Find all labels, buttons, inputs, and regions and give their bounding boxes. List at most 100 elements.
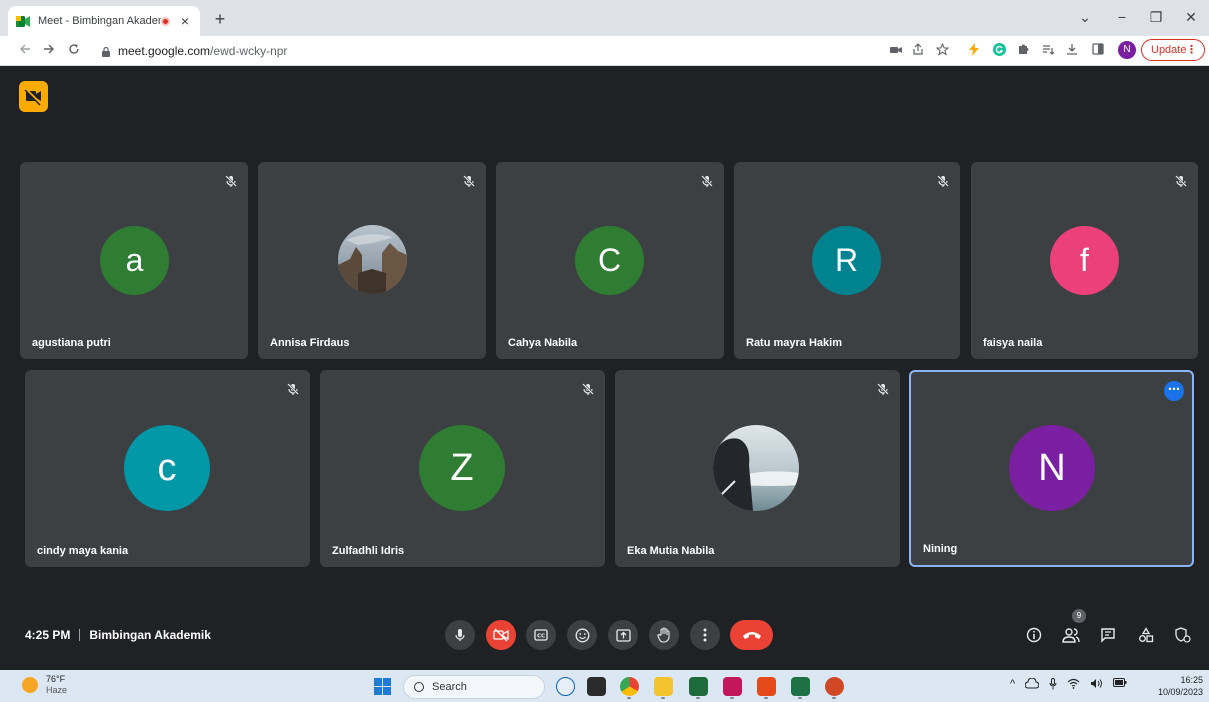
mic-muted-icon — [876, 382, 890, 396]
minimize-window-button[interactable]: − — [1107, 6, 1137, 28]
update-button[interactable]: Update ⋮ — [1141, 39, 1205, 61]
bing-chat-icon[interactable] — [556, 677, 575, 696]
url-path: /ewd-wcky-npr — [210, 44, 288, 58]
browser-tab-meet[interactable]: Meet - Bimbingan Akademik × — [8, 6, 200, 36]
participant-name: cindy maya kania — [37, 545, 129, 557]
clock-time: 16:25 — [1180, 675, 1203, 685]
download-icon[interactable] — [1064, 43, 1080, 59]
volume-icon[interactable] — [1090, 678, 1103, 693]
participant-tile[interactable]: C Cahya Nabila — [496, 162, 724, 359]
chat-icon[interactable] — [1097, 624, 1119, 646]
reload-icon[interactable] — [63, 40, 85, 62]
raise-hand-button[interactable] — [649, 620, 679, 650]
chrome-app-icon[interactable] — [620, 677, 639, 696]
participant-photo-avatar — [338, 225, 407, 294]
onedrive-cloud-icon[interactable] — [1024, 677, 1040, 693]
participant-tile[interactable]: Eka Mutia Nabila — [615, 370, 900, 567]
mic-muted-icon — [1174, 174, 1188, 188]
new-tab-button[interactable]: + — [208, 8, 232, 32]
camera-in-use-icon[interactable] — [888, 43, 904, 59]
clock-date: 10/09/2023 — [1157, 687, 1203, 697]
meeting-title: Bimbingan Akademik — [89, 628, 211, 642]
file-explorer-icon[interactable] — [654, 677, 673, 696]
tab-close-icon[interactable]: × — [178, 13, 192, 29]
meet-favicon-icon — [16, 15, 30, 27]
wifi-icon[interactable] — [1067, 678, 1080, 693]
app-icon[interactable] — [689, 677, 708, 696]
bookmark-star-icon[interactable] — [934, 42, 950, 59]
participant-tile[interactable]: a agustiana putri — [20, 162, 248, 359]
reading-list-icon[interactable] — [1040, 43, 1056, 59]
microphone-tray-icon[interactable] — [1049, 678, 1057, 693]
participant-name: faisya naila — [983, 337, 1043, 349]
participant-tile-self[interactable]: ⋯ N Nining — [909, 370, 1194, 567]
browser-toolbar: meet.google.com/ewd-wcky-npr — [0, 36, 1209, 66]
powerpoint-app-icon[interactable] — [825, 677, 844, 696]
running-app-indicator — [627, 697, 631, 699]
mic-muted-icon — [936, 174, 950, 188]
participant-tile[interactable]: Annisa Firdaus — [258, 162, 486, 359]
running-app-indicator — [661, 697, 665, 699]
app-icon[interactable] — [723, 677, 742, 696]
meet-stage — [7, 67, 1209, 669]
running-app-indicator — [730, 697, 734, 699]
people-icon[interactable] — [1060, 624, 1082, 646]
running-app-indicator — [798, 697, 802, 699]
address-bar[interactable]: meet.google.com/ewd-wcky-npr — [92, 39, 912, 63]
participant-tile[interactable]: R Ratu mayra Hakim — [734, 162, 960, 359]
show-hidden-icons-chevron-icon[interactable]: ^ — [1010, 678, 1015, 693]
forward-arrow-icon[interactable] — [38, 40, 60, 62]
extensions-puzzle-icon[interactable] — [1016, 43, 1032, 59]
meeting-time: 4:25 PM — [25, 628, 71, 642]
more-options-button[interactable] — [690, 620, 720, 650]
host-controls-icon[interactable] — [1172, 624, 1194, 646]
leave-call-button[interactable] — [730, 620, 773, 650]
profile-avatar[interactable]: N — [1118, 41, 1136, 59]
participant-avatar: N — [1009, 425, 1095, 511]
taskbar-search[interactable]: Search — [403, 675, 545, 699]
mic-muted-icon — [700, 174, 714, 188]
excel-app-icon[interactable] — [791, 677, 810, 696]
mic-muted-icon — [224, 174, 238, 188]
side-panel-icon[interactable] — [1090, 43, 1106, 59]
meeting-info-icon[interactable] — [1023, 624, 1045, 646]
tile-more-options-icon[interactable]: ⋯ — [1164, 381, 1184, 401]
battery-icon[interactable] — [1113, 678, 1127, 693]
restore-window-button[interactable]: ❐ — [1141, 6, 1171, 28]
system-clock[interactable]: 16:25 10/09/2023 — [1143, 674, 1203, 698]
captions-button[interactable]: CC — [526, 620, 556, 650]
update-label: Update — [1151, 44, 1187, 56]
running-app-indicator — [764, 697, 768, 699]
camera-off-button[interactable] — [486, 620, 516, 650]
participant-avatar: R — [812, 226, 881, 295]
participant-tile[interactable]: c cindy maya kania — [25, 370, 310, 567]
divider — [79, 629, 81, 641]
terminal-app-icon[interactable] — [587, 677, 606, 696]
participant-name: Annisa Firdaus — [270, 337, 350, 349]
camera-off-badge[interactable] — [19, 81, 48, 112]
participant-tile[interactable]: Z Zulfadhli Idris — [320, 370, 605, 567]
participant-tile[interactable]: f faisya naila — [971, 162, 1198, 359]
svg-text:CC: CC — [537, 634, 545, 640]
participant-avatar: a — [100, 226, 169, 295]
microphone-button[interactable] — [445, 620, 475, 650]
close-window-button[interactable]: ✕ — [1176, 6, 1206, 28]
tab-search-icon[interactable]: ⌄ — [1070, 6, 1100, 28]
running-app-indicator — [696, 697, 700, 699]
haze-sun-icon — [22, 677, 38, 693]
present-screen-button[interactable] — [608, 620, 638, 650]
weather-widget[interactable]: 76°F Haze — [22, 674, 67, 696]
windows-start-icon[interactable] — [374, 678, 391, 695]
grammarly-extension-icon[interactable] — [991, 43, 1007, 59]
lightning-extension-icon[interactable] — [966, 43, 982, 59]
lock-icon — [102, 46, 110, 57]
back-arrow-icon[interactable] — [14, 40, 36, 62]
activities-icon[interactable] — [1135, 624, 1157, 646]
browser-menu-icon: ⋮ — [1186, 44, 1197, 56]
participant-name: Cahya Nabila — [508, 337, 578, 349]
mic-muted-icon — [581, 382, 595, 396]
taskbar-search-label: Search — [432, 681, 467, 693]
share-icon[interactable] — [910, 43, 926, 59]
emoji-reaction-button[interactable] — [567, 620, 597, 650]
acrobat-app-icon[interactable] — [757, 677, 776, 696]
